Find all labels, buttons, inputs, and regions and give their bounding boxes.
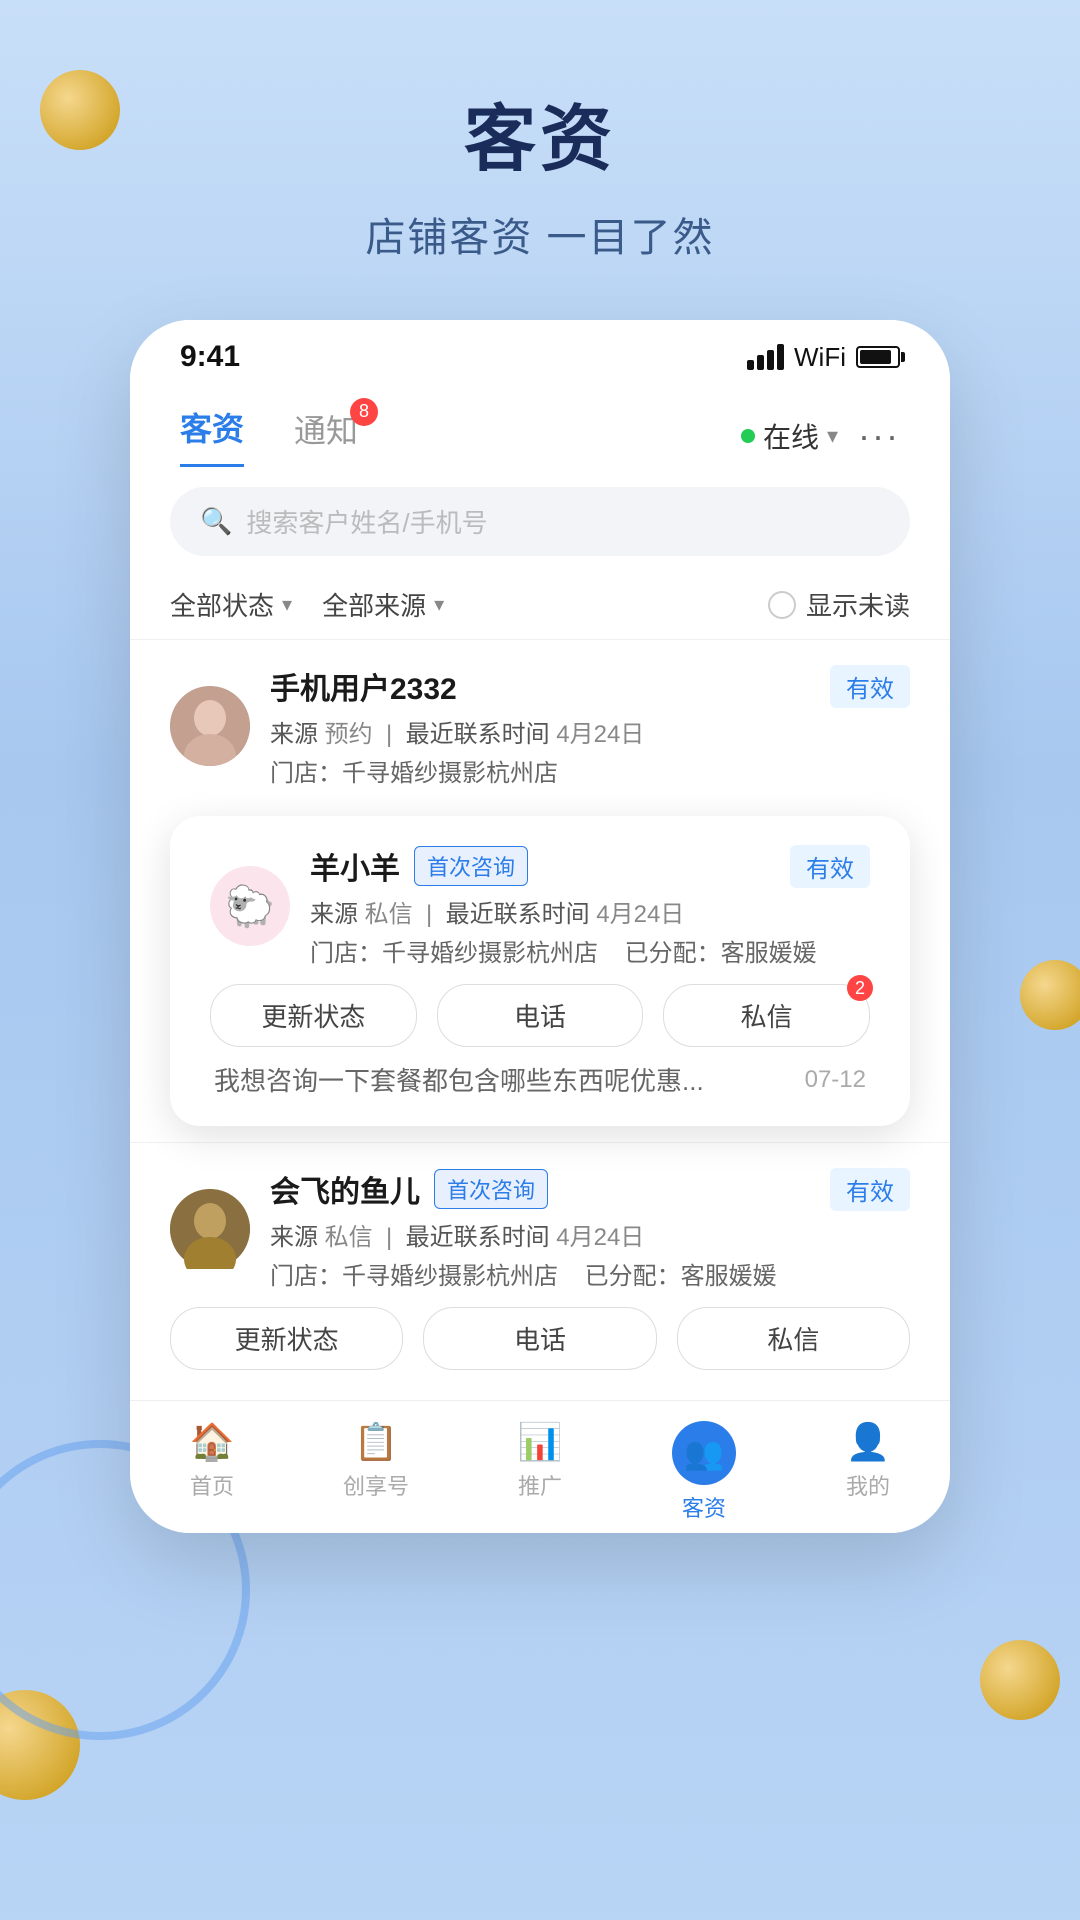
tab-right-actions: 在线 ▾ ··· [741,415,900,457]
private-msg-button-fish[interactable]: 私信 [677,1307,910,1370]
customer-header-fish: 会飞的鱼儿 首次咨询 有效 来源 私信 | 最近联系时间 4月24日 门店：千寻… [170,1167,910,1291]
avatar-yang: 🐑 [210,866,290,946]
search-icon: 🔍 [200,506,232,537]
customer-store-yang: 门店：千寻婚纱摄影杭州店 已分配：客服媛媛 [310,933,870,968]
avatar-fish [170,1189,250,1269]
status-tag-yang: 有效 [790,845,870,888]
last-message-row-yang: 我想咨询一下套餐都包含哪些东西呢优惠... 07-12 [210,1061,870,1098]
nav-item-chuanghao[interactable]: 📋 创享号 [294,1421,458,1523]
nav-label-keji: 客资 [682,1491,726,1523]
status-tag-fish: 有效 [830,1168,910,1211]
keji-nav-icon: 👥 [684,1434,724,1472]
customer-info-yang: 羊小羊 首次咨询 有效 来源 私信 | 最近联系时间 4月24日 门店：千寻婚纱… [310,844,870,968]
online-dot [741,429,755,443]
nav-item-promotion[interactable]: 📊 推广 [458,1421,622,1523]
expanded-card-wrapper: 🐑 羊小羊 首次咨询 有效 来源 私信 | 最近联系时间 4月24日 门店：千寻… [130,816,950,1126]
customer-header-1: 手机用户2332 有效 来源 预约 | 最近联系时间 4月24日 门店：千寻婚纱… [170,664,910,788]
chuanghao-icon: 📋 [354,1421,399,1463]
mine-icon: 👤 [846,1421,891,1463]
nav-label-promotion: 推广 [518,1469,562,1501]
update-status-button-fish[interactable]: 更新状态 [170,1307,403,1370]
customer-meta-yang: 来源 私信 | 最近联系时间 4月24日 [310,894,870,929]
filter-row: 全部状态 ▾ 全部来源 ▾ 显示未读 [130,576,950,639]
filter-source-arrow: ▾ [434,592,444,617]
phone-mockup: 9:41 WiFi 客资 通知 8 在线 ▾ [130,320,950,1533]
customer-meta-1: 来源 预约 | 最近联系时间 4月24日 [270,714,910,749]
private-msg-badge-yang: 2 [847,975,873,1001]
tab-notice[interactable]: 通知 8 [294,406,358,466]
status-time: 9:41 [180,340,240,374]
notice-badge: 8 [350,398,378,426]
action-buttons-fish: 更新状态 电话 私信 [170,1307,910,1370]
filter-status-arrow: ▾ [282,592,292,617]
nav-item-keji[interactable]: 👥 客资 [622,1421,786,1523]
nav-item-mine[interactable]: 👤 我的 [786,1421,950,1523]
tab-keji[interactable]: 客资 [180,404,244,467]
filter-status-button[interactable]: 全部状态 ▾ [170,586,292,623]
wifi-icon: WiFi [794,342,846,373]
bottom-nav: 🏠 首页 📋 创享号 📊 推广 👥 客资 👤 我的 [130,1400,950,1533]
keji-active-circle: 👥 [672,1421,736,1485]
customer-item-3[interactable]: 会飞的鱼儿 首次咨询 有效 来源 私信 | 最近联系时间 4月24日 门店：千寻… [130,1142,950,1380]
toggle-circle-icon [768,591,796,619]
nav-label-home: 首页 [190,1469,234,1501]
first-consult-tag-fish: 首次咨询 [434,1169,548,1209]
nav-label-chuanghao: 创享号 [343,1469,409,1501]
customer-name-fish: 会飞的鱼儿 [270,1167,420,1211]
private-msg-button-yang[interactable]: 私信 2 [663,984,870,1047]
avatar-1 [170,686,250,766]
signal-icon [747,344,784,370]
update-status-button-yang[interactable]: 更新状态 [210,984,417,1047]
page-header: 客资 店铺客资 一目了然 [0,0,1080,263]
customer-item-1[interactable]: 手机用户2332 有效 来源 预约 | 最近联系时间 4月24日 门店：千寻婚纱… [130,639,950,826]
search-bar[interactable]: 🔍 搜索客户姓名/手机号 [170,487,910,556]
customer-info-fish: 会飞的鱼儿 首次咨询 有效 来源 私信 | 最近联系时间 4月24日 门店：千寻… [270,1167,910,1291]
decorative-ball-right [1020,960,1080,1030]
customer-meta-fish: 来源 私信 | 最近联系时间 4月24日 [270,1217,910,1252]
promotion-icon: 📊 [518,1421,563,1463]
customer-store-fish: 门店：千寻婚纱摄影杭州店 已分配：客服媛媛 [270,1256,910,1291]
decorative-ball-top-left [40,70,120,150]
expanded-card-yangxiaoyang[interactable]: 🐑 羊小羊 首次咨询 有效 来源 私信 | 最近联系时间 4月24日 门店：千寻… [170,816,910,1126]
page-title: 客资 [0,80,1080,185]
customer-info-1: 手机用户2332 有效 来源 预约 | 最近联系时间 4月24日 门店：千寻婚纱… [270,664,910,788]
status-bar: 9:41 WiFi [130,320,950,384]
first-consult-tag-yang: 首次咨询 [414,846,528,886]
last-message-text-yang: 我想咨询一下套餐都包含哪些东西呢优惠... [214,1061,805,1098]
status-icons: WiFi [747,342,900,373]
online-status[interactable]: 在线 ▾ [741,416,838,456]
search-placeholder-text: 搜索客户姓名/手机号 [246,503,487,540]
customer-store-1: 门店：千寻婚纱摄影杭州店 [270,753,910,788]
phone-button-yang[interactable]: 电话 [437,984,644,1047]
page-subtitle: 店铺客资 一目了然 [0,205,1080,263]
decorative-ball-bottom-right [980,1640,1060,1720]
action-buttons-yang: 更新状态 电话 私信 2 [210,984,870,1047]
customer-header-yang: 🐑 羊小羊 首次咨询 有效 来源 私信 | 最近联系时间 4月24日 门店：千寻… [210,844,870,968]
app-tabs: 客资 通知 8 在线 ▾ ··· [130,384,950,467]
customer-name-1: 手机用户2332 [270,664,457,708]
unread-toggle[interactable]: 显示未读 [768,586,910,623]
customer-name-yang: 羊小羊 [310,844,400,888]
phone-button-fish[interactable]: 电话 [423,1307,656,1370]
home-icon: 🏠 [190,1421,235,1463]
last-message-time-yang: 07-12 [805,1066,866,1094]
battery-icon [856,346,900,368]
nav-item-home[interactable]: 🏠 首页 [130,1421,294,1523]
nav-label-mine: 我的 [846,1469,890,1501]
filter-source-button[interactable]: 全部来源 ▾ [322,586,444,623]
customer-status-tag-1: 有效 [830,665,910,708]
more-button[interactable]: ··· [858,415,900,457]
